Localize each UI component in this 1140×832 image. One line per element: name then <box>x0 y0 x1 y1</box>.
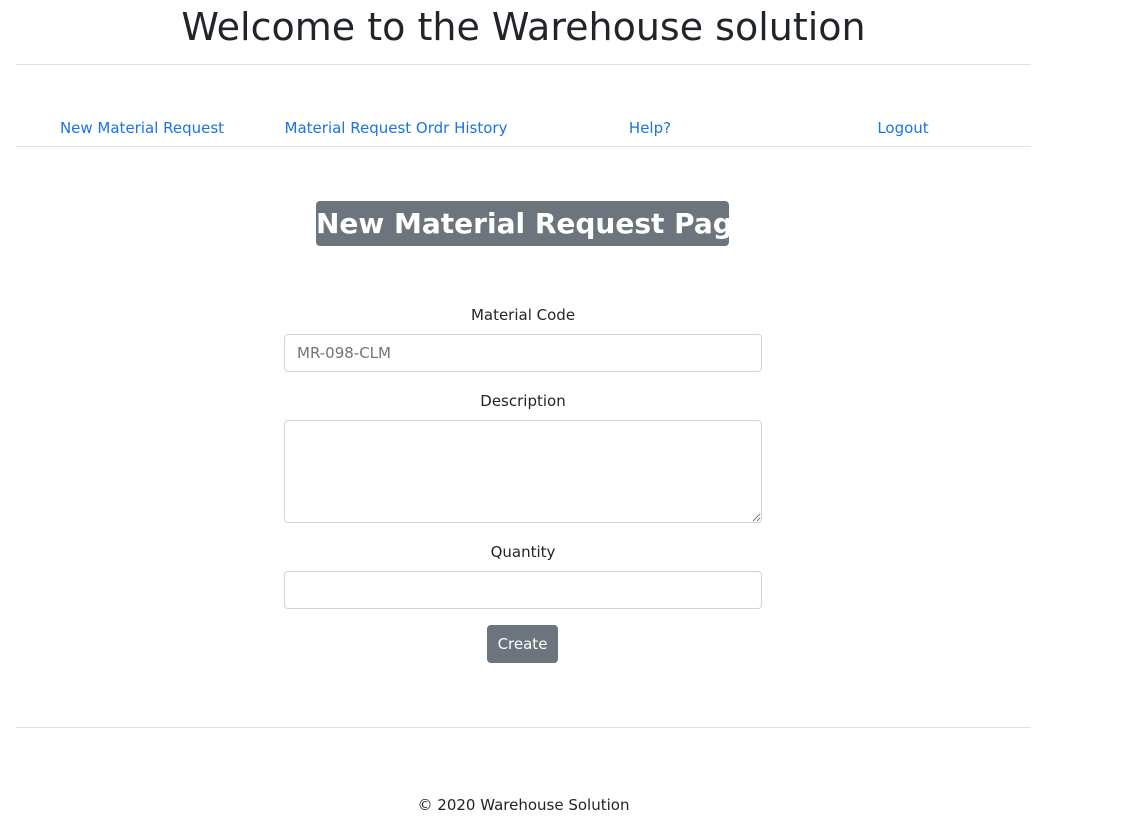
material-code-input[interactable] <box>284 334 762 372</box>
site-title: Welcome to the Warehouse solution <box>181 5 866 49</box>
main-nav: New Material Request Material Request Or… <box>16 116 1031 140</box>
nav-link-help[interactable]: Help? <box>629 116 671 140</box>
nav-link-logout[interactable]: Logout <box>877 116 928 140</box>
quantity-label: Quantity <box>490 543 556 561</box>
header-divider <box>16 64 1031 65</box>
footer-copyright: © 2020 Warehouse Solution <box>417 796 630 814</box>
page-heading: New Material Request Page <box>316 201 752 246</box>
nav-link-request-history[interactable]: Material Request Ordr History <box>285 116 508 140</box>
footer-divider <box>16 727 1031 728</box>
nav-link-new-material-request[interactable]: New Material Request <box>60 116 224 140</box>
description-label: Description <box>480 392 566 410</box>
page: Welcome to the Warehouse solution New Ma… <box>0 0 1140 832</box>
material-code-label: Material Code <box>470 306 576 324</box>
description-textarea[interactable] <box>284 420 762 523</box>
create-button[interactable]: Create <box>487 625 558 663</box>
quantity-input[interactable] <box>284 571 762 609</box>
nav-divider <box>16 146 1031 147</box>
